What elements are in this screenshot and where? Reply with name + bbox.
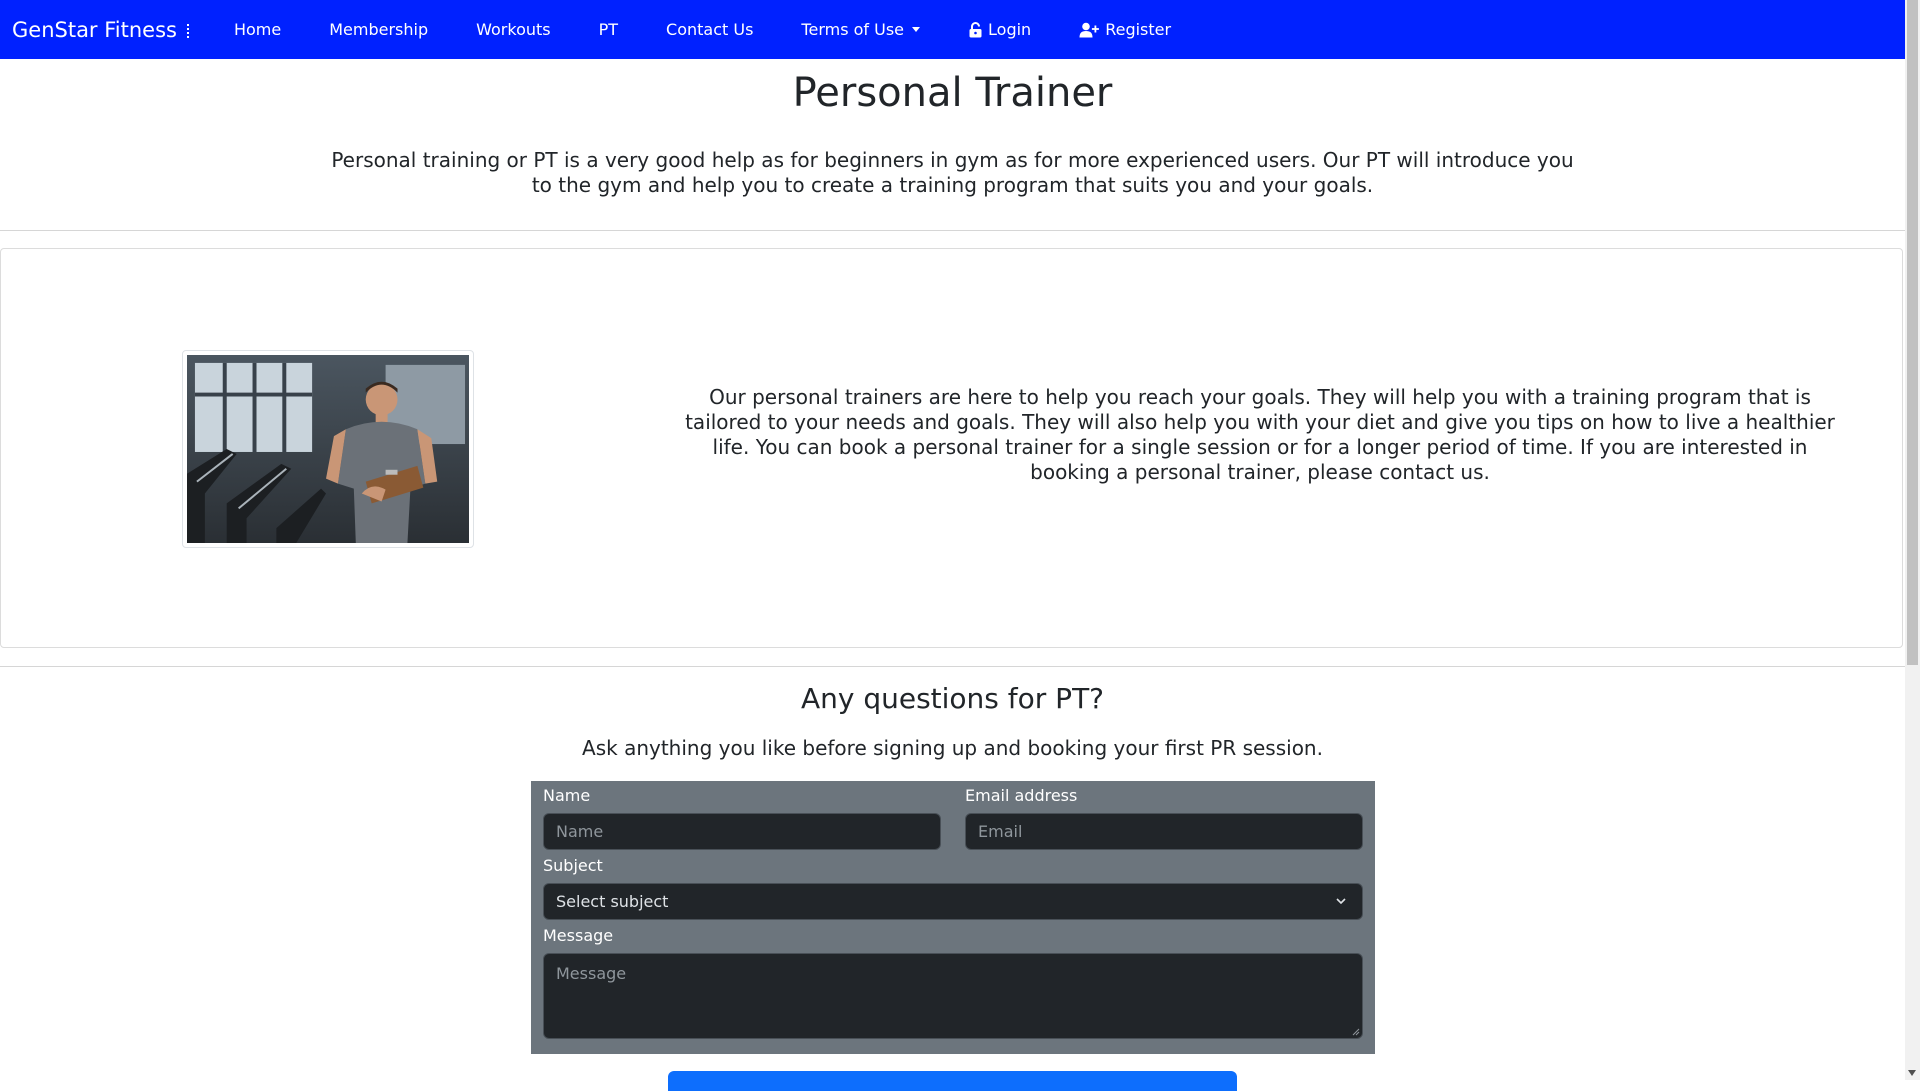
trainer-photo-illustration (187, 355, 469, 543)
subject-select[interactable]: Select subject (543, 883, 1363, 920)
chevron-down-icon (1336, 898, 1346, 904)
trainer-photo (182, 350, 474, 548)
nav-register[interactable]: Register (1055, 20, 1195, 39)
subject-selected-value: Select subject (556, 892, 669, 911)
navbar: GenStar Fitness Home Membership Workouts… (0, 0, 1905, 59)
user-plus-icon (1079, 22, 1100, 37)
nav-items: Home Membership Workouts PT Contact Us T… (210, 20, 1195, 39)
scroll-down-arrow-icon[interactable] (1908, 1070, 1916, 1076)
nav-terms-dropdown[interactable]: Terms of Use (777, 20, 944, 39)
intro-text: Personal training or PT is a very good h… (331, 148, 1574, 197)
brand-logo[interactable]: GenStar Fitness (12, 18, 190, 42)
nav-login-label: Login (988, 20, 1032, 39)
email-placeholder: Email (978, 822, 1023, 841)
name-input[interactable]: Name (543, 813, 941, 850)
lock-open-icon (969, 21, 982, 37)
pt-description: Our personal trainers are here to help y… (685, 385, 1835, 484)
email-input[interactable]: Email (965, 813, 1363, 850)
submit-button[interactable] (668, 1071, 1237, 1091)
message-placeholder: Message (556, 964, 627, 983)
divider (0, 230, 1905, 231)
nav-home-label: Home (233, 20, 282, 39)
subject-label: Subject (543, 856, 603, 875)
nav-pt-label: PT (598, 20, 619, 39)
nav-contact-us[interactable]: Contact Us (642, 20, 777, 39)
nav-terms-label: Terms of Use (801, 20, 905, 39)
vertical-scrollbar[interactable] (1905, 0, 1920, 1080)
questions-title: Any questions for PT? (800, 682, 1105, 715)
message-label: Message (543, 926, 614, 945)
questions-subtitle: Ask anything you like before signing up … (582, 736, 1323, 760)
nav-register-label: Register (1105, 20, 1172, 39)
nav-pt[interactable]: PT (575, 20, 642, 39)
nav-login[interactable]: Login (944, 20, 1055, 39)
nav-contact-label: Contact Us (666, 20, 754, 39)
scrollbar-thumb[interactable] (1907, 0, 1918, 665)
brand-name[interactable]: GenStar Fitness (12, 18, 177, 42)
divider (0, 666, 1905, 667)
message-textarea[interactable]: Message (543, 953, 1363, 1039)
resize-handle-icon[interactable] (1352, 1028, 1360, 1036)
nav-home[interactable]: Home (210, 20, 305, 39)
caret-down-icon (912, 27, 921, 32)
nav-workouts[interactable]: Workouts (452, 20, 574, 39)
nav-workouts-label: Workouts (476, 20, 551, 39)
brand-divider (186, 23, 190, 38)
nav-membership[interactable]: Membership (305, 20, 452, 39)
name-placeholder: Name (556, 822, 604, 841)
email-label: Email address (965, 786, 1078, 805)
name-label: Name (543, 786, 591, 805)
nav-membership-label: Membership (329, 20, 429, 39)
page-title: Personal Trainer (792, 70, 1113, 116)
